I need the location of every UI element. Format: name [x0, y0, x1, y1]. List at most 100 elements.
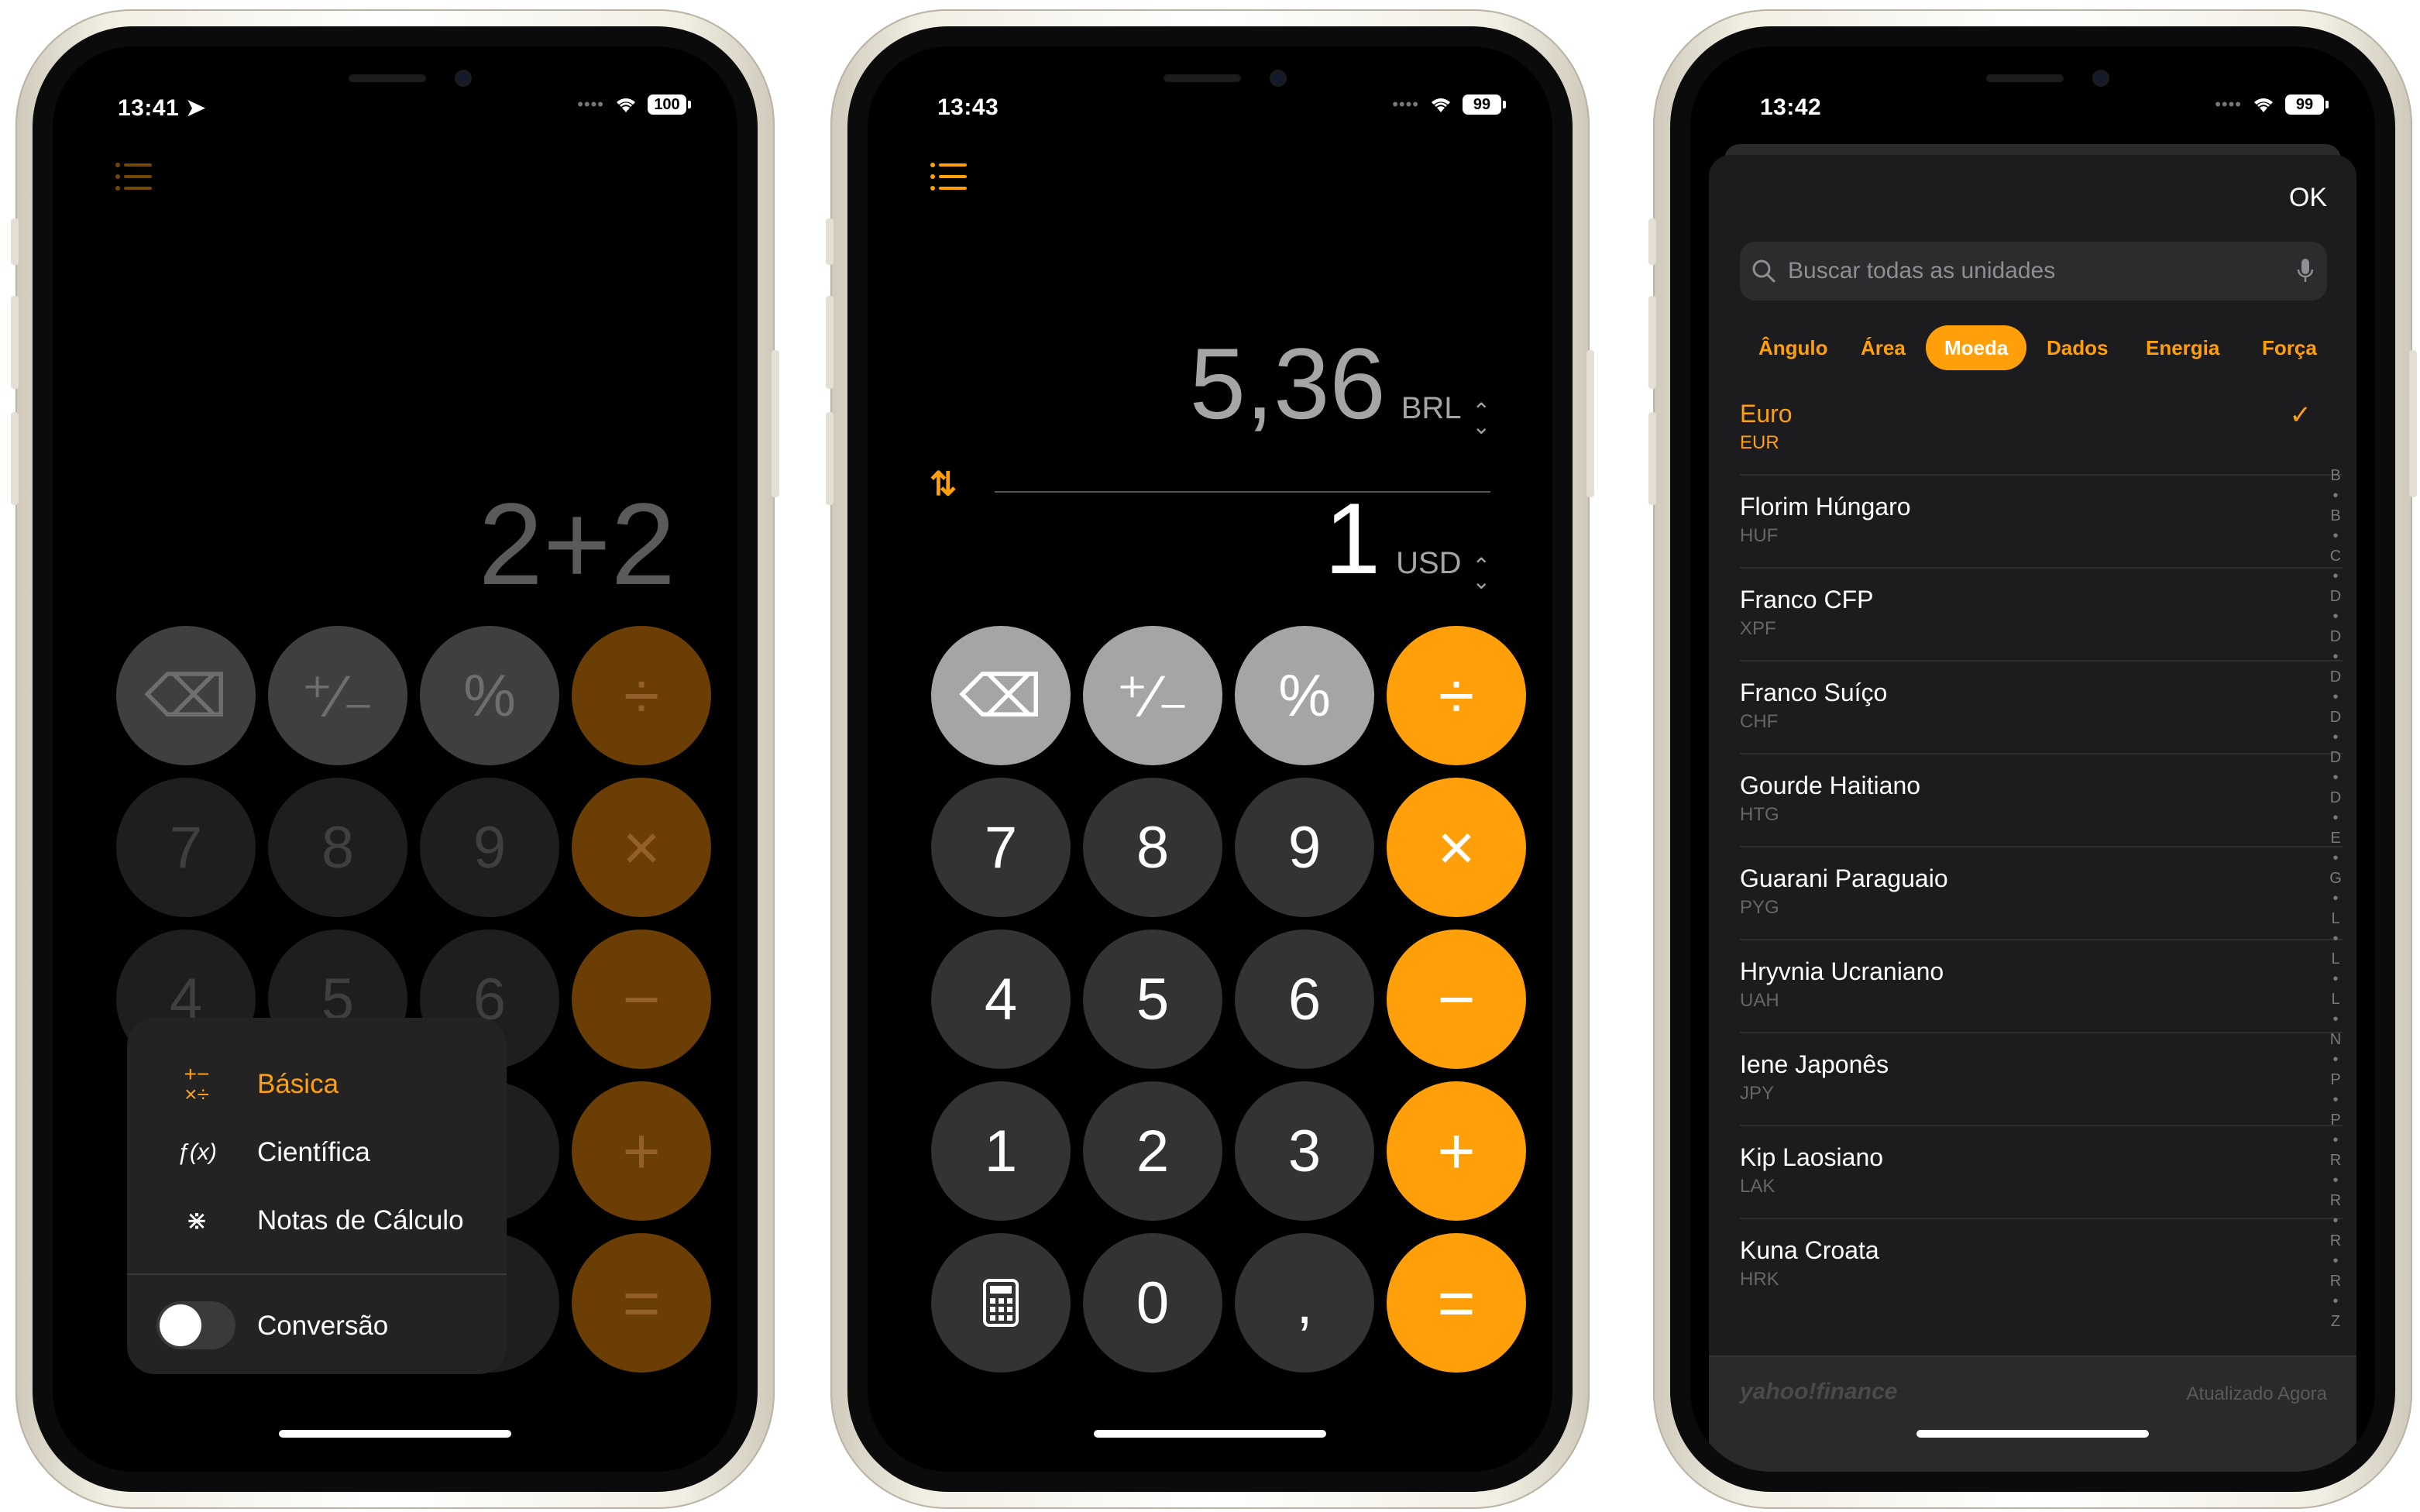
converter-bottom[interactable]: 1 USD ⌃ ⌄ — [1325, 480, 1490, 596]
percent-button[interactable]: % — [1235, 626, 1374, 765]
digit-5-button[interactable]: 5 — [1083, 930, 1222, 1069]
digit-4-button[interactable]: 4 — [931, 930, 1071, 1069]
index-letter[interactable]: Z — [2331, 1312, 2340, 1331]
menu-list-icon[interactable] — [115, 161, 153, 192]
digit-8-button[interactable]: 8 — [268, 778, 407, 917]
currency-row-selected[interactable]: Euro EUR ✓ — [1740, 383, 2343, 476]
digit-1-button[interactable]: 1 — [931, 1081, 1071, 1221]
index-dot[interactable]: • — [2332, 1010, 2338, 1029]
currency-row[interactable]: Kuna Croata HRK — [1740, 1219, 2312, 1312]
index-letter[interactable]: L — [2331, 950, 2339, 968]
backspace-button[interactable]: ⌫ — [931, 626, 1071, 765]
index-letter[interactable]: D — [2330, 668, 2341, 686]
category-chip-energy[interactable]: Energia — [2127, 325, 2238, 370]
digit-3-button[interactable]: 3 — [1235, 1081, 1374, 1221]
menu-item-math-notes[interactable]: ⋇ Notas de Cálculo — [127, 1187, 507, 1255]
digit-2-button[interactable]: 2 — [1083, 1081, 1222, 1221]
plus-minus-button[interactable]: ⁺∕₋ — [1083, 626, 1222, 765]
percent-button[interactable]: % — [420, 626, 559, 765]
index-letter[interactable]: C — [2330, 547, 2341, 565]
swap-units-icon[interactable]: ⇅ — [930, 465, 957, 503]
index-letter[interactable]: B — [2330, 507, 2340, 525]
microphone-icon[interactable] — [2296, 257, 2315, 285]
divide-button[interactable]: ÷ — [1387, 626, 1526, 765]
index-dot[interactable]: • — [2332, 970, 2338, 988]
index-dot[interactable]: • — [2332, 768, 2338, 787]
index-dot[interactable]: • — [2332, 1171, 2338, 1190]
backspace-button[interactable]: ⌫ — [116, 626, 256, 765]
plus-button[interactable]: + — [572, 1081, 711, 1221]
multiply-button[interactable]: × — [1387, 778, 1526, 917]
index-dot[interactable]: • — [2332, 527, 2338, 545]
category-chip-currency[interactable]: Moeda — [1926, 325, 2027, 370]
index-dot[interactable]: • — [2332, 728, 2338, 747]
currency-row[interactable]: Franco Suíço CHF — [1740, 662, 2343, 754]
index-letter[interactable]: D — [2330, 748, 2341, 767]
currency-row[interactable]: Hryvnia Ucraniano UAH — [1740, 940, 2343, 1033]
index-letter[interactable]: L — [2331, 909, 2339, 928]
index-letter[interactable]: R — [2330, 1232, 2341, 1250]
index-letter[interactable]: N — [2330, 1030, 2341, 1049]
menu-item-basic[interactable]: +− ×÷ Básica — [127, 1050, 507, 1119]
index-dot[interactable]: • — [2332, 1292, 2338, 1311]
index-dot[interactable]: • — [2332, 849, 2338, 868]
index-dot[interactable]: • — [2332, 486, 2338, 505]
index-letter[interactable]: L — [2331, 990, 2339, 1009]
category-chip-area[interactable]: Área — [1842, 325, 1924, 370]
index-dot[interactable]: • — [2332, 930, 2338, 948]
index-dot[interactable]: • — [2332, 1091, 2338, 1109]
menu-item-scientific[interactable]: ƒ(x) Científica — [127, 1119, 507, 1187]
minus-button[interactable]: − — [572, 930, 711, 1069]
index-dot[interactable]: • — [2332, 688, 2338, 706]
index-letter[interactable]: D — [2330, 627, 2341, 646]
currency-row[interactable]: Iene Japonês JPY — [1740, 1033, 2343, 1126]
divide-button[interactable]: ÷ — [572, 626, 711, 765]
currency-row[interactable]: Guarani Paraguaio PYG — [1740, 847, 2343, 940]
currency-row[interactable]: Kip Laosiano LAK — [1740, 1126, 2343, 1219]
menu-list-icon[interactable] — [930, 161, 968, 192]
category-chip-data[interactable]: Dados — [2028, 325, 2126, 370]
minus-button[interactable]: − — [1387, 930, 1526, 1069]
currency-row[interactable]: Florim Húngaro HUF — [1740, 476, 2343, 569]
decimal-comma-button[interactable]: , — [1235, 1233, 1374, 1373]
index-letter[interactable]: D — [2330, 789, 2341, 807]
index-dot[interactable]: • — [2332, 889, 2338, 908]
plus-minus-button[interactable]: ⁺∕₋ — [268, 626, 407, 765]
index-letter[interactable]: R — [2330, 1272, 2341, 1290]
digit-8-button[interactable]: 8 — [1083, 778, 1222, 917]
index-dot[interactable]: • — [2332, 607, 2338, 626]
index-letter[interactable]: R — [2330, 1151, 2341, 1170]
equals-button[interactable]: = — [1387, 1233, 1526, 1373]
digit-0-button[interactable]: 0 — [1083, 1233, 1222, 1373]
digit-9-button[interactable]: 9 — [420, 778, 559, 917]
currency-row[interactable]: Gourde Haitiano HTG — [1740, 754, 2343, 847]
index-dot[interactable]: • — [2332, 648, 2338, 666]
index-letter[interactable]: B — [2330, 466, 2340, 485]
index-dot[interactable]: • — [2332, 1211, 2338, 1230]
search-field[interactable]: Buscar todas as unidades — [1740, 242, 2327, 301]
category-chip-angle[interactable]: Ângulo — [1740, 325, 1847, 370]
currency-row[interactable]: Franco CFP XPF — [1740, 569, 2343, 662]
converter-top[interactable]: 5,36 BRL ⌃ ⌄ — [1190, 325, 1490, 442]
digit-7-button[interactable]: 7 — [931, 778, 1071, 917]
digit-6-button[interactable]: 6 — [1235, 930, 1374, 1069]
index-dot[interactable]: • — [2332, 1050, 2338, 1069]
index-dot[interactable]: • — [2332, 1131, 2338, 1149]
plus-button[interactable]: + — [1387, 1081, 1526, 1221]
equals-button[interactable]: = — [572, 1233, 711, 1373]
multiply-button[interactable]: × — [572, 778, 711, 917]
index-dot[interactable]: • — [2332, 567, 2338, 586]
ok-button[interactable]: OK — [2289, 183, 2327, 213]
index-letter[interactable]: D — [2330, 587, 2341, 606]
calculator-mode-button[interactable] — [931, 1233, 1071, 1373]
index-dot[interactable]: • — [2332, 1252, 2338, 1270]
index-letter[interactable]: R — [2330, 1191, 2341, 1210]
index-dot[interactable]: • — [2332, 809, 2338, 827]
index-letter[interactable]: P — [2330, 1070, 2340, 1089]
conversion-toggle[interactable] — [156, 1301, 235, 1349]
alphabet-index[interactable]: B • B • C • D • D • D • D • D • D • E • G • L • L • L • N • P • P • R • R • R •… — [2324, 466, 2347, 1331]
index-letter[interactable]: E — [2330, 829, 2340, 847]
index-letter[interactable]: G — [2329, 869, 2342, 888]
digit-7-button[interactable]: 7 — [116, 778, 256, 917]
digit-9-button[interactable]: 9 — [1235, 778, 1374, 917]
